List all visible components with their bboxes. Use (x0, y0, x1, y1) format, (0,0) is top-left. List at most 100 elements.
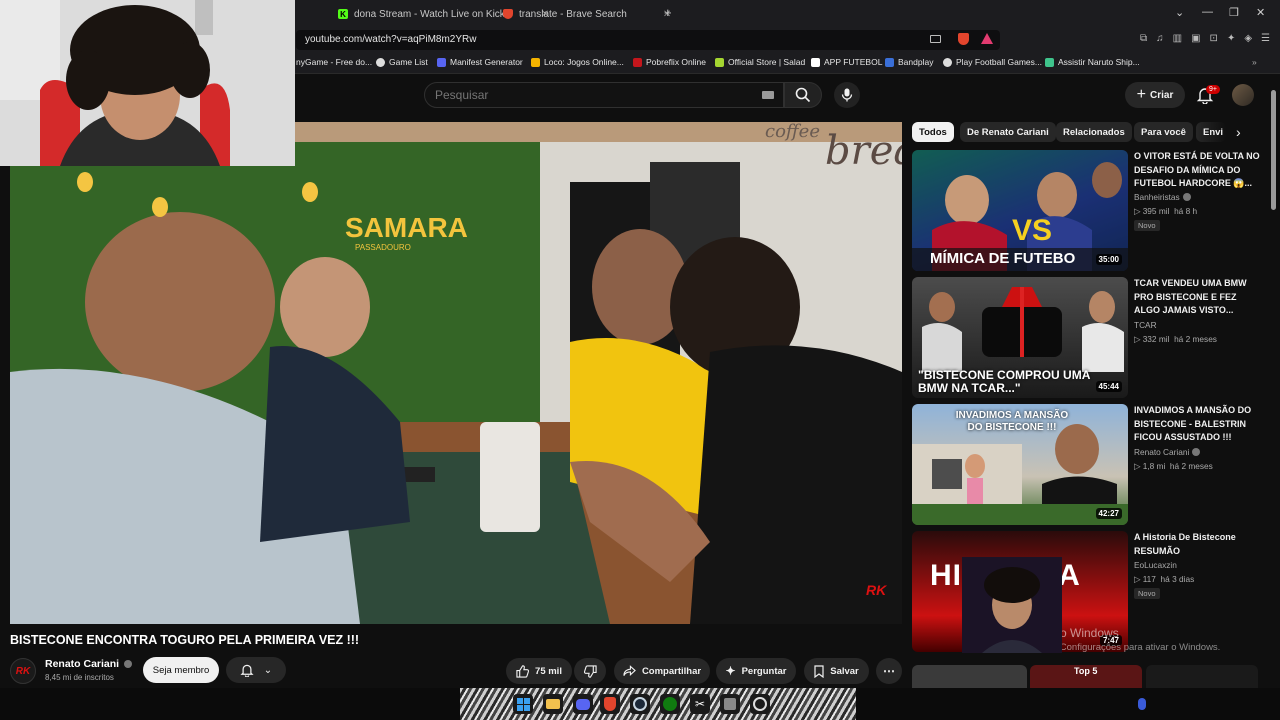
bookmark-item[interactable]: Pobreflix Online (633, 57, 706, 67)
close-window-button[interactable]: ✕ (1256, 6, 1265, 19)
browser-toolbar-icons: ⧉ ♫ ▥ ▣ ⊡ ✦ ◈ ☰ (1140, 33, 1270, 44)
chip-from-channel[interactable]: De Renato Cariani (960, 122, 1056, 142)
discord-icon[interactable] (573, 694, 593, 714)
video-title: BISTECONE ENCONTRA TOGURO PELA PRIMEIRA … (10, 633, 360, 647)
recommendation-title[interactable]: TCAR VENDEU UMA BMW PRO BISTECONE E FEZ … (1134, 277, 1264, 318)
bookmark-item[interactable]: Loco: Jogos Online... (531, 57, 624, 67)
vpn-icon[interactable]: ◈ (1244, 33, 1252, 44)
recommendation-title[interactable]: INVADIMOS A MANSÃO DO BISTECONE - BALEST… (1134, 404, 1264, 445)
bookmark-item[interactable]: Game List (376, 57, 428, 67)
subscriber-count: 8,45 mi de inscritos (45, 673, 114, 682)
video-thumbnail[interactable]: VS MÍMICA DE FUTEBO 35:00 (912, 150, 1128, 271)
view-count: 395 mil (1142, 206, 1170, 216)
save-button[interactable]: Salvar (804, 658, 869, 684)
cast-icon[interactable] (930, 35, 941, 43)
subscription-bell-button[interactable]: ⌄ (226, 657, 286, 683)
verified-icon (1192, 448, 1201, 456)
sidebar-icon[interactable]: ▥ (1173, 33, 1182, 44)
account-avatar[interactable] (1232, 84, 1254, 106)
new-tab-button[interactable]: + (664, 5, 672, 20)
windows-start-icon[interactable] (513, 694, 533, 714)
bookmark-item[interactable]: APP FUTEBOL (811, 57, 882, 67)
video-thumbnail[interactable]: Top 5 (1030, 665, 1142, 688)
search-input[interactable] (424, 82, 784, 108)
minimize-button[interactable]: — (1202, 6, 1213, 18)
bookmark-label: Loco: Jogos Online... (544, 57, 624, 67)
recommendation-title[interactable]: A Historia De Bistecone RESUMÃO (1134, 531, 1264, 558)
more-icon: ⋯ (883, 664, 895, 678)
brave-browser-icon[interactable] (600, 694, 620, 714)
video-thumbnail[interactable] (1146, 665, 1258, 688)
ai-icon[interactable]: ✦ (1227, 33, 1235, 44)
ask-button[interactable]: ✦ Perguntar (716, 658, 796, 684)
scrollbar[interactable] (1271, 90, 1276, 210)
video-thumbnail[interactable] (912, 665, 1027, 688)
join-button[interactable]: Seja membro (143, 657, 219, 683)
file-explorer-icon[interactable] (543, 694, 563, 714)
recommendation-meta: ▷ 395 mil há 8 h (1134, 206, 1198, 216)
bookmark-item[interactable]: Play Football Games... (943, 57, 1042, 67)
chip-all[interactable]: Todos (912, 122, 954, 142)
microphone-icon[interactable] (1138, 698, 1146, 710)
recommendation-channel[interactable]: Banheiristas (1134, 192, 1191, 202)
brave-rewards-icon[interactable] (981, 33, 993, 44)
streamer-webcam (0, 0, 295, 166)
chip-related[interactable]: Relacionados (1056, 122, 1132, 142)
menu-icon[interactable]: ☰ (1261, 33, 1270, 44)
video-thumbnail[interactable]: INVADIMOS A MANSÃO DO BISTECONE !!! 42:2… (912, 404, 1128, 525)
share-button[interactable]: Compartilhar (614, 658, 710, 684)
voice-search-button[interactable] (834, 82, 860, 108)
music-icon[interactable]: ♫ (1156, 33, 1164, 44)
dislike-button[interactable] (574, 658, 606, 684)
keyboard-icon[interactable] (762, 91, 774, 99)
bookmark-item[interactable]: Manifest Generator (437, 57, 523, 67)
app-icon[interactable] (720, 694, 740, 714)
maximize-button[interactable]: ❐ (1229, 6, 1239, 19)
recommendation-channel[interactable]: TCAR (1134, 320, 1157, 330)
video-duration: 42:27 (1095, 508, 1122, 519)
chip-for-you[interactable]: Para você (1134, 122, 1193, 142)
more-bookmarks-icon[interactable]: » (1252, 57, 1257, 67)
recommendation-title[interactable]: O VITOR ESTÁ DE VOLTA NO DESAFIO DA MÍMI… (1134, 150, 1264, 191)
chip-uploads[interactable]: Envi (1196, 122, 1226, 142)
bookmark-item[interactable]: Assistir Naruto Ship... (1045, 57, 1140, 67)
bookmark-item[interactable]: Bandplay (885, 57, 933, 67)
tab-brave-search[interactable]: translate - Brave Search ✕ (495, 4, 679, 24)
search-button[interactable] (784, 82, 822, 108)
view-count: 117 (1142, 574, 1156, 584)
tab-list-chevron-icon[interactable]: ⌄ (1175, 6, 1184, 19)
xbox-icon[interactable] (660, 694, 680, 714)
bookmark-item[interactable]: nyGame - Free do... (296, 57, 372, 67)
recommendation-channel[interactable]: Renato Cariani (1134, 447, 1201, 457)
guest-webcam (962, 557, 1062, 653)
thumbnail-caption: Top 5 (1074, 666, 1098, 676)
wall-text: break (825, 128, 902, 174)
chevron-right-icon[interactable]: › (1236, 124, 1241, 140)
video-player[interactable]: SAMARA PASSADOURO break coffee (10, 122, 902, 624)
url-text[interactable]: youtube.com/watch?v=aqPiM8m2YRw (305, 34, 476, 45)
recommendation-channel[interactable]: EoLucaxzin (1134, 560, 1177, 570)
bookmark-label: Play Football Games... (956, 57, 1042, 67)
bookmark-label: Manifest Generator (450, 57, 523, 67)
steam-icon[interactable] (630, 694, 650, 714)
webcam-image (962, 557, 1062, 653)
wallet-icon[interactable]: ▣ (1191, 33, 1200, 44)
kick-icon: K (338, 9, 348, 19)
like-button[interactable]: 75 mil (506, 658, 572, 684)
extensions-icon[interactable]: ⧉ (1140, 33, 1147, 44)
discord-icon (437, 57, 446, 67)
capcut-icon[interactable]: ✂ (690, 694, 710, 714)
channel-name[interactable]: Renato Cariani (45, 658, 133, 670)
channel-label: Banheiristas (1134, 192, 1180, 202)
create-button[interactable]: + Criar (1125, 82, 1185, 108)
screenshot-icon[interactable]: ⊡ (1210, 33, 1218, 44)
more-actions-button[interactable]: ⋯ (876, 658, 902, 684)
sign-text: SAMARA (345, 212, 468, 243)
verified-icon (1182, 193, 1191, 201)
video-thumbnail[interactable]: "BISTECONE COMPROU UMA BMW NA TCAR..." 4… (912, 277, 1128, 398)
tab-label: translate - Brave Search (519, 8, 627, 20)
brave-shields-icon[interactable] (958, 33, 969, 45)
obs-icon[interactable] (750, 694, 770, 714)
bookmark-item[interactable]: Official Store | Salad (715, 57, 805, 67)
channel-avatar[interactable]: RK (10, 658, 36, 684)
